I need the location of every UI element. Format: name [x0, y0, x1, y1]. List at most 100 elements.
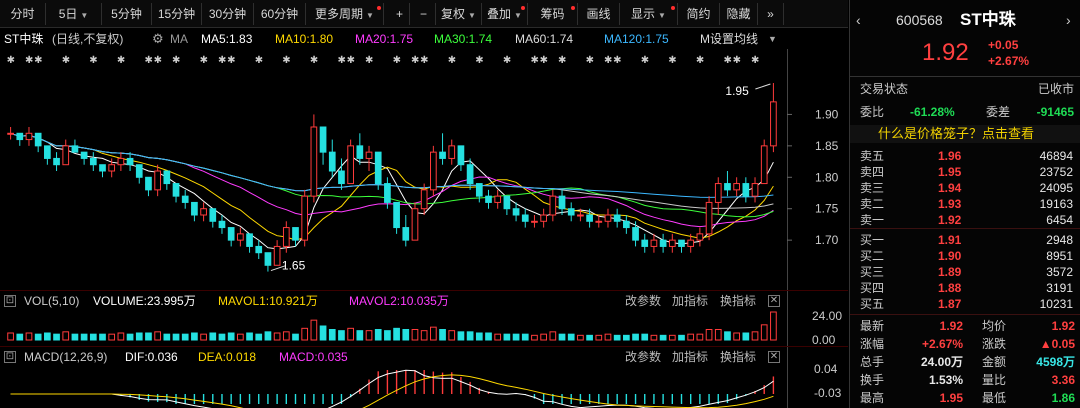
ask-row[interactable]: 卖四 1.95 23752 — [850, 164, 1080, 180]
vol-swap-indicator-button[interactable]: 换指标 — [720, 292, 756, 310]
price-cage-link[interactable]: 什么是价格笼子？点击查看 — [878, 125, 1034, 143]
toolbar-button[interactable]: − — [412, 3, 436, 25]
candle-body — [430, 151, 437, 191]
stat-value: ▲0.05 — [1039, 337, 1075, 351]
volume-bar — [751, 331, 759, 341]
macd-close-icon[interactable]: ✕ — [768, 351, 780, 363]
macd-add-indicator-button[interactable]: 加指标 — [672, 348, 708, 366]
ma-settings-link[interactable]: M设置均线 — [700, 29, 758, 49]
settings-gear-icon[interactable]: ⚙ — [152, 29, 164, 49]
toolbar-button[interactable]: 画线 — [578, 3, 620, 25]
notification-dot — [377, 6, 381, 10]
vol-params-button[interactable]: 改参数 — [625, 292, 661, 310]
chevron-left-icon[interactable]: ‹ — [856, 10, 861, 30]
macd-swap-indicator-button[interactable]: 换指标 — [720, 348, 756, 366]
event-marker: ✱ — [62, 55, 70, 66]
stat-value: 1.86 — [1051, 391, 1075, 405]
collapse-box-icon[interactable]: ⊡ — [4, 295, 16, 307]
toolbar-button-label: 5分钟 — [111, 7, 142, 21]
candle-body — [89, 157, 97, 166]
candle — [7, 127, 14, 140]
toolbar-button[interactable]: 隐藏 — [720, 3, 758, 25]
toolbar-button[interactable]: 分时 — [0, 3, 46, 25]
toolbar-button[interactable]: 60分钟 — [254, 3, 306, 25]
volume-bar — [448, 330, 456, 341]
stat-label: 涨幅 — [860, 337, 885, 351]
toolbar-button[interactable]: 显示 ▼ — [620, 3, 678, 25]
candle-body — [7, 132, 14, 135]
event-marker: ✱ — [7, 55, 15, 66]
bid-row[interactable]: 买三 1.89 3572 — [850, 264, 1080, 280]
bid-row[interactable]: 买二 1.90 8951 — [850, 248, 1080, 264]
volume-bar — [558, 333, 566, 341]
candle — [16, 132, 24, 146]
chevron-down-icon[interactable]: ▼ — [768, 29, 777, 49]
bid-row[interactable]: 买一 1.91 2948 — [850, 232, 1080, 248]
event-marker: ✱ — [255, 55, 263, 66]
candle-body — [678, 239, 685, 247]
stock-code: 600568 — [896, 12, 943, 28]
event-marker: ✱ — [668, 55, 676, 66]
collapse-box-icon[interactable]: ⊡ — [4, 351, 16, 363]
weibi-label: 委比 — [860, 105, 885, 119]
ask-row[interactable]: 卖三 1.94 24095 — [850, 180, 1080, 196]
volume-bar — [687, 333, 695, 341]
toolbar-button[interactable]: 筹码 — [528, 3, 578, 25]
weibi-row: 委比 -61.28% 委差 -91465 — [850, 104, 1080, 120]
stock-title: ST中珠 — [960, 10, 1016, 29]
candle-body — [264, 252, 272, 266]
macd-header: ⊡ MACD(12,26,9) DIF:0.036 DEA:0.018 MACD… — [0, 348, 800, 366]
bid-volume: 2948 — [1046, 233, 1073, 247]
toolbar-button[interactable]: 30分钟 — [202, 3, 254, 25]
candle-body — [567, 208, 575, 216]
ask-row[interactable]: 卖二 1.93 19163 — [850, 196, 1080, 212]
volume-bar — [411, 329, 419, 341]
period-mode: (日线,不复权) — [52, 32, 124, 46]
ask-level: 卖五 — [860, 149, 885, 163]
stat-label: 均价 — [982, 319, 1007, 333]
toolbar-button[interactable]: 简约 — [678, 3, 720, 25]
chevron-right-icon[interactable]: › — [1066, 10, 1071, 30]
candle — [246, 233, 253, 253]
event-marker: ✱ — [200, 55, 208, 66]
candle — [25, 127, 33, 146]
candle — [402, 215, 410, 247]
volume-bar — [567, 333, 575, 341]
vol-close-icon[interactable]: ✕ — [768, 295, 780, 307]
volume-bar — [7, 332, 14, 341]
volume-bar — [191, 332, 198, 341]
toolbar-button[interactable]: » — [758, 3, 784, 25]
ask-row[interactable]: 卖一 1.92 6454 — [850, 212, 1080, 228]
toolbar-button[interactable]: 更多周期 ▼ — [306, 3, 384, 25]
bid-row[interactable]: 买四 1.88 3191 — [850, 280, 1080, 296]
chevron-down-icon: ▼ — [468, 11, 476, 20]
event-marker: ✱ — [530, 55, 538, 66]
candle — [604, 208, 612, 228]
event-marker: ✱ — [347, 55, 355, 66]
candle-body — [237, 233, 244, 241]
event-marker: ✱ — [475, 55, 483, 66]
price-cage-banner[interactable]: 什么是价格笼子？点击查看 — [850, 125, 1080, 143]
volume-bar — [310, 319, 318, 341]
toolbar-button[interactable]: 叠加 ▼ — [482, 3, 528, 25]
ask-level: 卖三 — [860, 181, 885, 195]
volume-bar — [577, 334, 584, 341]
candle-body — [466, 164, 474, 185]
toolbar-button[interactable]: 5日 ▼ — [46, 3, 102, 25]
notification-dot — [671, 6, 675, 10]
candle — [770, 83, 777, 153]
event-marker: ✱ — [558, 55, 566, 66]
toolbar-button[interactable]: 15分钟 — [152, 3, 202, 25]
macd-params-button[interactable]: 改参数 — [625, 348, 661, 366]
candle — [89, 152, 97, 171]
price-change: +0.05 — [988, 38, 1019, 52]
toolbar-button[interactable]: + — [390, 3, 410, 25]
toolbar-button[interactable]: 复权 ▼ — [436, 3, 482, 25]
toolbar-button[interactable]: 5分钟 — [102, 3, 152, 25]
candle-body — [218, 220, 226, 229]
vol-add-indicator-button[interactable]: 加指标 — [672, 292, 708, 310]
bid-row[interactable]: 买五 1.87 10231 — [850, 296, 1080, 312]
ask-row[interactable]: 卖五 1.96 46894 — [850, 148, 1080, 164]
candle — [80, 151, 88, 165]
candle-body — [310, 126, 318, 197]
